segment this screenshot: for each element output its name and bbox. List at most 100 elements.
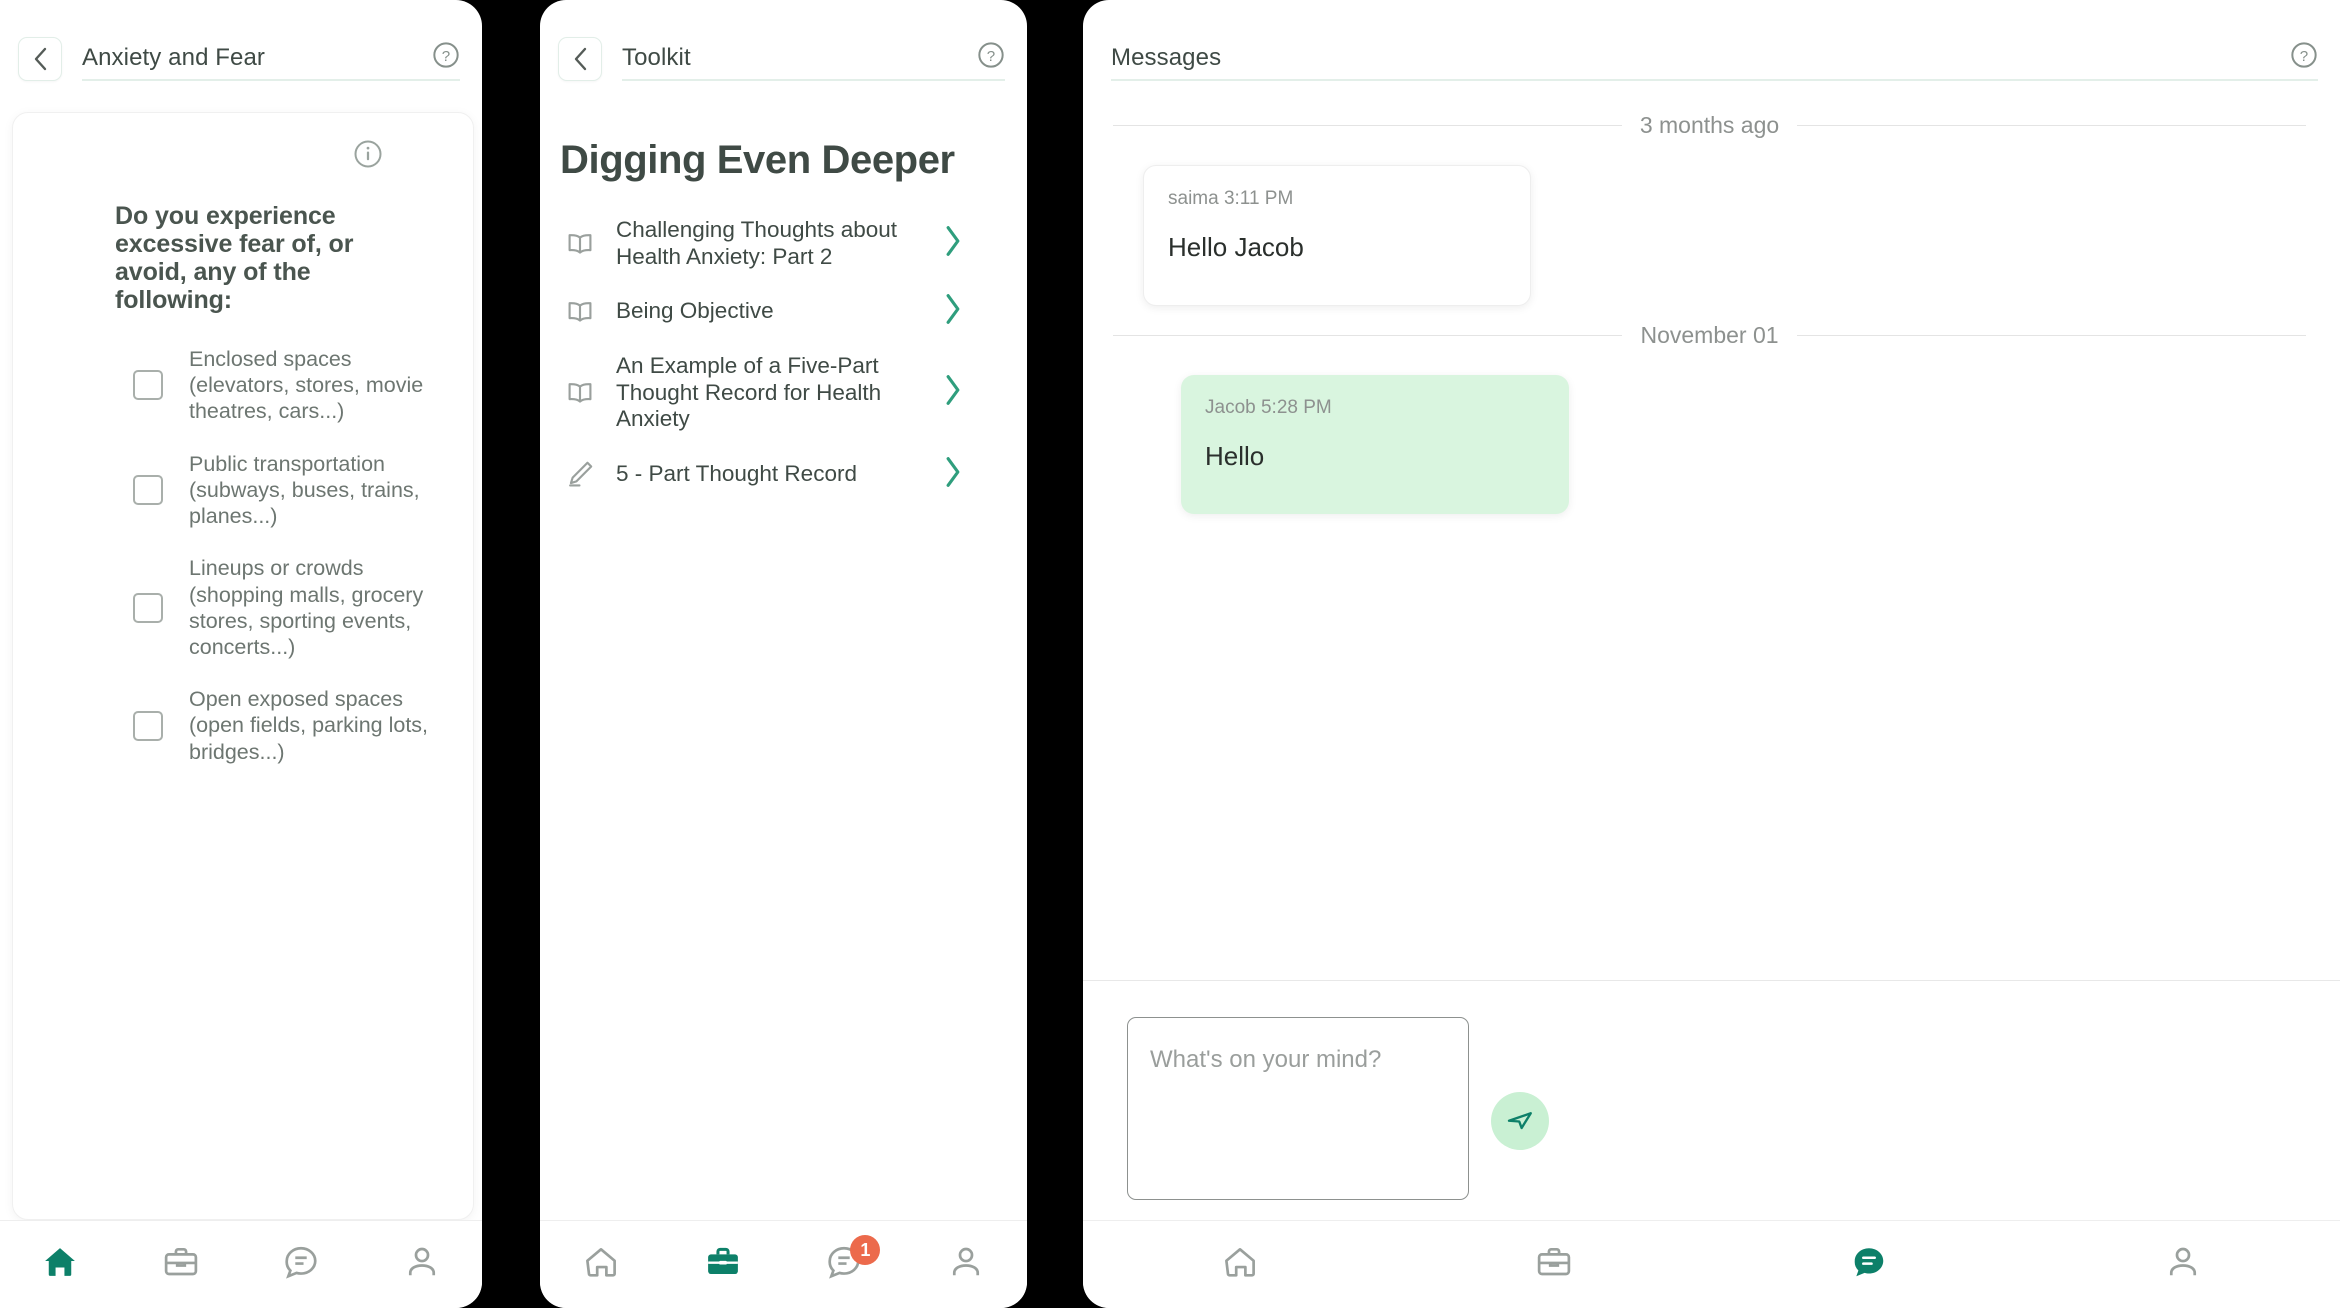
left-topbar: Anxiety and Fear ? — [0, 0, 482, 96]
nav-profile[interactable] — [2026, 1221, 2340, 1308]
toolkit-briefcase-icon — [162, 1243, 200, 1286]
checkbox-label: Enclosed spaces (elevators, stores, movi… — [189, 347, 424, 424]
checkbox-row[interactable]: Public transportation (subways, buses, t… — [37, 451, 449, 530]
send-button[interactable] — [1491, 1091, 1549, 1150]
middle-bottom-nav: 1 — [540, 1220, 1027, 1308]
left-title-row: Anxiety and Fear ? — [82, 37, 460, 81]
book-icon — [560, 296, 600, 328]
date-separator: 3 months ago — [1113, 112, 2306, 139]
nav-home[interactable] — [1083, 1221, 1397, 1308]
separator-line — [1113, 335, 1623, 336]
composer-area — [1083, 980, 2340, 1220]
message-input[interactable] — [1127, 1017, 1469, 1200]
message-text: Hello Jacob — [1168, 232, 1304, 262]
message-thread: 3 months ago saima 3:11 PM Hello Jacob N… — [1083, 96, 2340, 980]
message-bubble-incoming[interactable]: saima 3:11 PM Hello Jacob — [1143, 165, 1531, 306]
book-icon — [560, 377, 600, 409]
chevron-left-icon — [573, 47, 587, 71]
message-chat-icon — [1850, 1243, 1888, 1286]
right-topbar: Messages ? — [1083, 0, 2340, 96]
svg-text:?: ? — [442, 48, 450, 65]
three-panel-screenshot: Anxiety and Fear ? Do you experience exc… — [0, 0, 2340, 1308]
toolkit-list-item[interactable]: An Example of a Five-Part Thought Record… — [560, 353, 997, 433]
toolkit-list-item[interactable]: Being Objective — [560, 292, 997, 331]
nav-messages[interactable] — [241, 1221, 362, 1308]
toolkit-briefcase-icon — [1535, 1243, 1573, 1286]
toolkit-briefcase-icon — [704, 1243, 742, 1286]
toolkit-item-label: An Example of a Five-Part Thought Record… — [616, 353, 882, 432]
checkbox-input[interactable] — [133, 710, 163, 741]
back-button[interactable] — [558, 37, 602, 81]
toolkit-body: Digging Even Deeper Challenging Thoughts… — [540, 96, 1027, 1220]
svg-text:?: ? — [2300, 48, 2308, 65]
date-separator: November 01 — [1113, 322, 2307, 349]
right-title-row: Messages ? — [1111, 37, 2318, 81]
toolkit-list-item[interactable]: 5 - Part Thought Record — [560, 455, 997, 494]
chevron-left-icon — [33, 47, 47, 71]
page-title: Messages — [1111, 44, 1222, 71]
question-circle-icon[interactable]: ? — [432, 41, 460, 74]
separator-label: November 01 — [1640, 322, 1779, 348]
toolkit-item-label: Challenging Thoughts about Health Anxiet… — [616, 217, 898, 269]
profile-person-icon — [403, 1243, 441, 1286]
messages-unread-badge: 1 — [850, 1235, 881, 1265]
home-icon — [41, 1243, 79, 1286]
question-card-area: Do you experience excessive fear of, or … — [0, 96, 482, 1220]
question-circle-icon[interactable]: ? — [2290, 41, 2318, 74]
separator-line — [1796, 335, 2307, 336]
separator-line — [1113, 125, 1622, 126]
question-card: Do you experience excessive fear of, or … — [12, 112, 474, 1220]
nav-profile[interactable] — [905, 1221, 1027, 1308]
message-meta: Jacob 5:28 PM — [1205, 397, 1332, 418]
send-paper-plane-icon — [1505, 1104, 1535, 1137]
svg-text:?: ? — [987, 48, 995, 65]
home-icon — [582, 1243, 620, 1286]
info-circle-icon[interactable] — [353, 139, 383, 174]
panel-toolkit: Toolkit ? Digging Even Deeper Challengin… — [540, 0, 1027, 1308]
middle-title-row: Toolkit ? — [622, 37, 1005, 81]
message-bubble-outgoing[interactable]: Jacob 5:28 PM Hello — [1181, 375, 1569, 514]
nav-home[interactable] — [540, 1221, 662, 1308]
checkbox-input[interactable] — [133, 474, 163, 505]
nav-profile[interactable] — [362, 1221, 483, 1308]
page-title: Anxiety and Fear — [82, 44, 266, 71]
question-circle-icon[interactable]: ? — [977, 41, 1005, 74]
checkbox-row[interactable]: Open exposed spaces (open fields, parkin… — [37, 686, 449, 765]
checkbox-input[interactable] — [133, 370, 163, 401]
chevron-right-icon[interactable] — [942, 455, 964, 494]
nav-home[interactable] — [0, 1221, 121, 1308]
nav-messages[interactable] — [1712, 1221, 2026, 1308]
nav-toolkit[interactable] — [1397, 1221, 1711, 1308]
back-button[interactable] — [18, 37, 62, 81]
message-meta: saima 3:11 PM — [1168, 188, 1294, 209]
right-bottom-nav — [1083, 1220, 2340, 1308]
checkbox-list: Enclosed spaces (elevators, stores, movi… — [37, 346, 449, 765]
pencil-edit-icon — [560, 458, 600, 490]
toolkit-item-label: Being Objective — [616, 298, 774, 324]
profile-person-icon — [947, 1243, 985, 1286]
checkbox-row[interactable]: Lineups or crowds (shopping malls, groce… — [37, 555, 449, 660]
nav-messages[interactable]: 1 — [784, 1221, 906, 1308]
separator-line — [1797, 125, 2306, 126]
section-title: Digging Even Deeper — [560, 138, 955, 182]
page-title: Toolkit — [622, 44, 691, 71]
checkbox-row[interactable]: Enclosed spaces (elevators, stores, movi… — [37, 346, 449, 425]
panel-messages: Messages ? 3 months ago saima 3:11 PM He… — [1083, 0, 2340, 1308]
chevron-right-icon[interactable] — [942, 224, 964, 263]
checkbox-label: Lineups or crowds (shopping malls, groce… — [189, 556, 424, 659]
message-chat-icon — [282, 1243, 320, 1286]
home-icon — [1221, 1243, 1259, 1286]
chevron-right-icon[interactable] — [942, 373, 964, 412]
book-icon — [560, 228, 600, 260]
question-text: Do you experience excessive fear of, or … — [115, 202, 354, 314]
message-text: Hello — [1205, 441, 1265, 471]
separator-label: 3 months ago — [1639, 112, 1780, 138]
middle-topbar: Toolkit ? — [540, 0, 1027, 96]
toolkit-list-item[interactable]: Challenging Thoughts about Health Anxiet… — [560, 217, 997, 270]
checkbox-label: Public transportation (subways, buses, t… — [189, 451, 420, 529]
nav-toolkit[interactable] — [662, 1221, 784, 1308]
chevron-right-icon[interactable] — [942, 292, 964, 331]
profile-person-icon — [2164, 1243, 2202, 1286]
nav-toolkit[interactable] — [121, 1221, 242, 1308]
checkbox-input[interactable] — [133, 592, 163, 623]
